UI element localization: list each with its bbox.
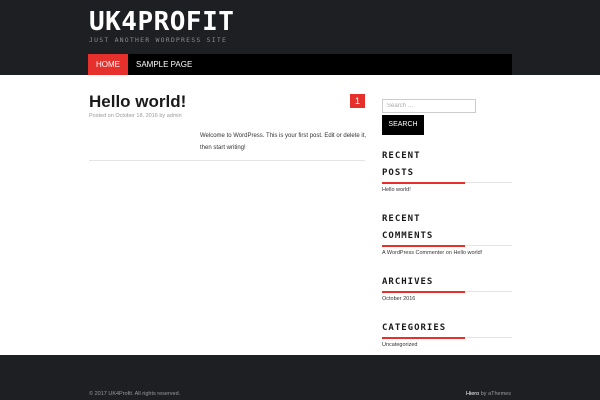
archive-link[interactable]: October 2016 bbox=[382, 296, 415, 302]
widget-title-recent-posts-line1: RECENT bbox=[382, 151, 421, 161]
widget-title-recent-posts-line2: POSTS bbox=[382, 168, 415, 178]
post-divider bbox=[89, 160, 365, 161]
widget-underline bbox=[465, 182, 512, 183]
widget-underline bbox=[465, 245, 512, 246]
footer-copyright: © 2017 UK4Profit. All rights reserved. bbox=[89, 391, 181, 397]
search-input[interactable] bbox=[382, 99, 476, 113]
post-meta: Posted on October 18, 2016 by admin bbox=[89, 113, 182, 119]
post-content: Welcome to WordPress. This is your first… bbox=[200, 133, 367, 151]
widget-title-archives: ARCHIVES bbox=[382, 277, 434, 287]
nav-item-sample-page[interactable]: SAMPLE PAGE bbox=[136, 54, 192, 75]
footer-by-text: by bbox=[480, 391, 487, 397]
post-author-link[interactable]: admin bbox=[167, 113, 182, 119]
widget-title-recent-comments-line2: COMMENTS bbox=[382, 231, 434, 241]
widget-underline bbox=[465, 337, 512, 338]
widget-underline-accent bbox=[382, 291, 465, 293]
widget-underline-accent bbox=[382, 182, 465, 184]
widget-title-categories: CATEGORIES bbox=[382, 323, 447, 333]
widget-underline-accent bbox=[382, 245, 465, 247]
nav-item-home[interactable]: HOME bbox=[88, 54, 128, 75]
site-header: UK4PROFIT JUST ANOTHER WORDPRESS SITE HO… bbox=[0, 0, 600, 75]
footer-credit: Hiero by aThemes bbox=[466, 391, 511, 397]
post-meta-by: by bbox=[159, 113, 166, 119]
widget-underline-accent bbox=[382, 337, 465, 339]
category-link[interactable]: Uncategorized bbox=[382, 342, 417, 348]
recent-post-link[interactable]: Hello world! bbox=[382, 187, 411, 193]
comment-count-badge[interactable]: 1 bbox=[350, 94, 365, 108]
search-button[interactable]: SEARCH bbox=[382, 115, 424, 135]
comment-post-link[interactable]: Hello world! bbox=[453, 250, 482, 256]
post-title[interactable]: Hello world! bbox=[89, 92, 186, 112]
theme-link[interactable]: Hiero bbox=[466, 391, 479, 397]
post-date-link[interactable]: October 18, 2016 bbox=[115, 113, 158, 119]
site-footer: © 2017 UK4Profit. All rights reserved. H… bbox=[0, 355, 600, 400]
post-meta-prefix: Posted on bbox=[89, 113, 114, 119]
main-navigation: HOME SAMPLE PAGE bbox=[88, 54, 512, 75]
comment-on-text: on bbox=[445, 250, 452, 256]
site-description: JUST ANOTHER WORDPRESS SITE bbox=[89, 36, 228, 44]
theme-author-link[interactable]: aThemes bbox=[488, 391, 511, 397]
recent-comment-item: A WordPress Commenter on Hello world! bbox=[382, 250, 482, 256]
widget-underline bbox=[465, 291, 512, 292]
comment-author-link[interactable]: A WordPress Commenter bbox=[382, 250, 444, 256]
widget-title-recent-comments-line1: RECENT bbox=[382, 214, 421, 224]
site-title[interactable]: UK4PROFIT bbox=[89, 7, 234, 37]
